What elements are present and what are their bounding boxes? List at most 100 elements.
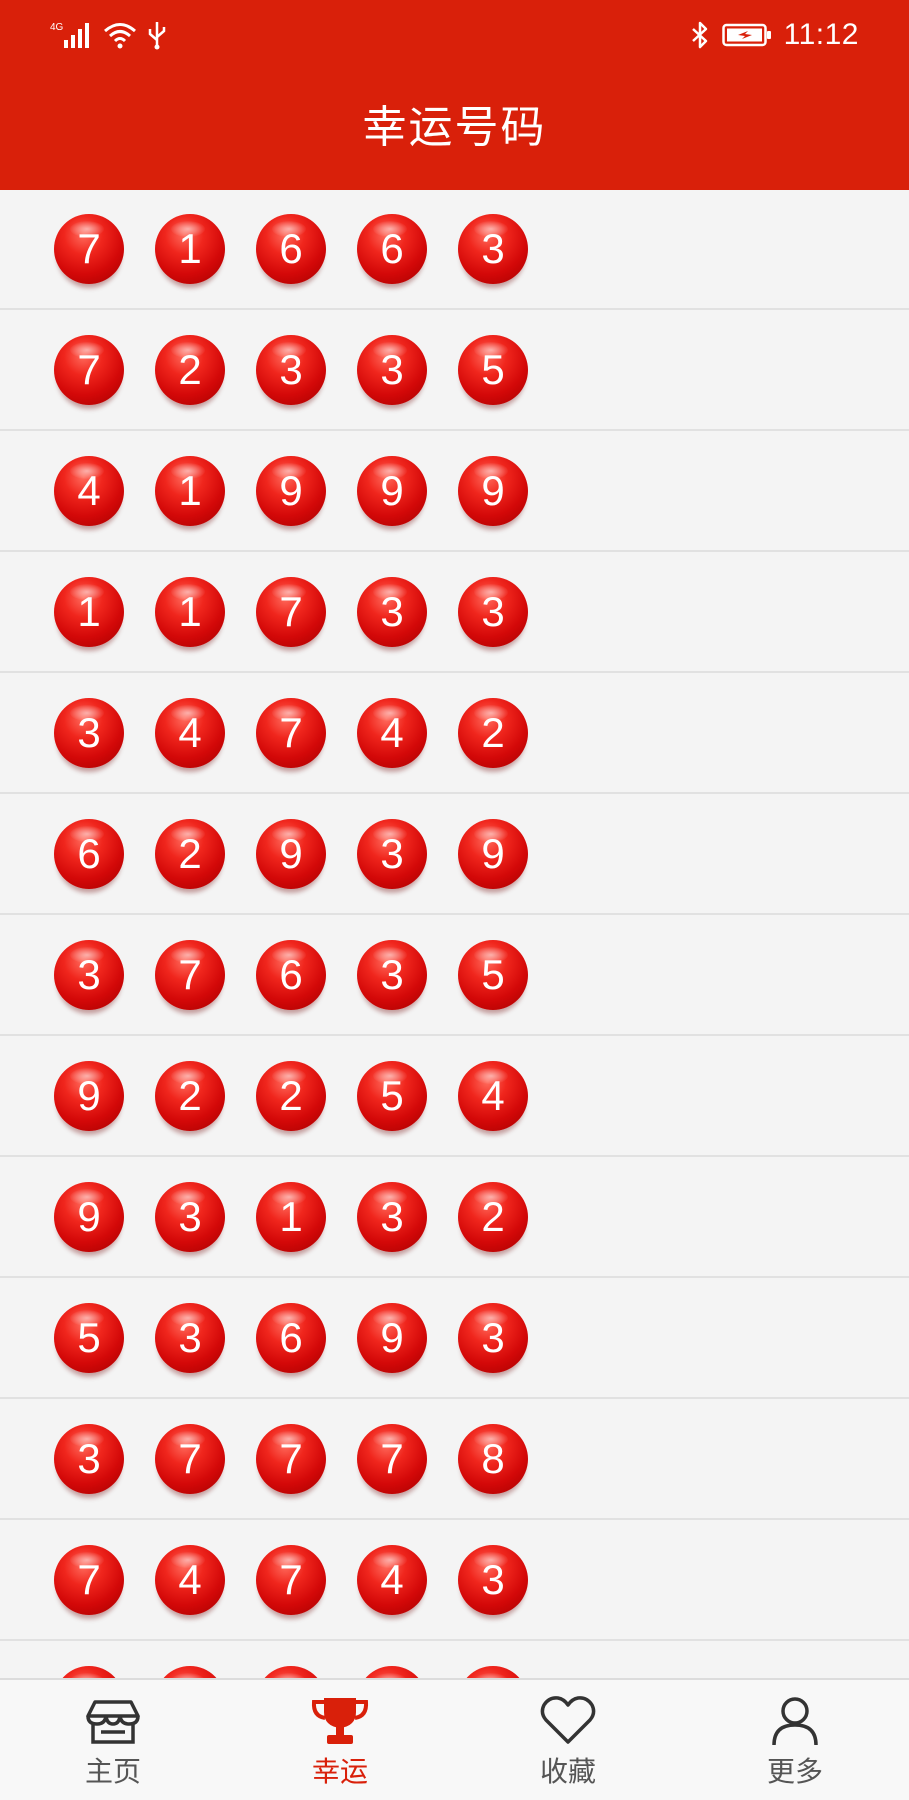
- number-row[interactable]: 3 4 7 4 2: [0, 674, 909, 794]
- number-ball: 3: [458, 1545, 528, 1615]
- number-ball-value: 3: [481, 1556, 505, 1603]
- number-ball-value: 2: [279, 1072, 303, 1119]
- number-ball-value: 1: [77, 588, 101, 635]
- nav-label-home: 主页: [84, 1755, 141, 1788]
- number-ball: 7: [256, 1424, 326, 1494]
- number-ball: 6: [256, 940, 326, 1010]
- number-ball-value: [357, 1666, 427, 1678]
- number-ball-value: 4: [178, 709, 202, 756]
- number-ball: 9: [54, 1182, 124, 1252]
- number-ball: 7: [54, 335, 124, 405]
- nav-item-lucky[interactable]: 幸运: [250, 1680, 430, 1800]
- number-ball-value: 3: [380, 1193, 404, 1240]
- number-row[interactable]: 9 2 2 5 4: [0, 1037, 909, 1157]
- number-ball-value: 9: [77, 1193, 101, 1240]
- number-ball-value: [155, 1666, 225, 1678]
- number-ball-value: 2: [481, 1193, 505, 1240]
- number-ball-value: 1: [178, 588, 202, 635]
- nav-item-home[interactable]: 主页: [23, 1680, 203, 1800]
- number-ball: 3: [458, 577, 528, 647]
- number-ball: 9: [54, 1061, 124, 1131]
- number-ball: 5: [54, 1303, 124, 1373]
- number-ball-value: 9: [279, 830, 303, 877]
- number-ball-value: 4: [380, 1556, 404, 1603]
- number-ball-value: 5: [481, 346, 505, 393]
- number-ball: 9: [256, 456, 326, 526]
- number-row[interactable]: 6 2 9 3 9: [0, 795, 909, 915]
- status-right-icons: 11:12: [690, 18, 859, 52]
- number-ball-value: 4: [178, 1556, 202, 1603]
- number-row[interactable]: 11733: [0, 553, 909, 673]
- number-ball-value: 7: [279, 588, 303, 635]
- number-ball: 4: [357, 1545, 427, 1615]
- number-ball: 2: [458, 698, 528, 768]
- number-ball-value: 6: [279, 951, 303, 998]
- number-ball: 7: [155, 1424, 225, 1494]
- number-ball: 3: [357, 577, 427, 647]
- number-row[interactable]: 7 2 3 3 5: [0, 311, 909, 431]
- number-ball-value: 2: [481, 709, 505, 756]
- number-ball: 5: [458, 335, 528, 405]
- number-ball: 9: [256, 819, 326, 889]
- number-ball: 3: [357, 335, 427, 405]
- nav-label-lucky: 幸运: [311, 1755, 368, 1788]
- number-ball-value: [458, 1666, 528, 1678]
- number-ball: 3: [458, 1303, 528, 1373]
- number-ball: 9: [357, 456, 427, 526]
- number-row[interactable]: 7 4 7 4 3: [0, 1521, 909, 1641]
- number-ball: [54, 1666, 124, 1678]
- number-ball-value: 7: [77, 225, 101, 272]
- number-ball: 3: [256, 335, 326, 405]
- nav-item-favorites[interactable]: 收藏: [478, 1680, 658, 1800]
- number-ball-value: 7: [77, 346, 101, 393]
- number-ball: 6: [357, 214, 427, 284]
- number-ball: 6: [54, 819, 124, 889]
- number-ball-value: 2: [178, 830, 202, 877]
- bottom-navigation: 主页 幸运 收藏 更多: [0, 1678, 909, 1800]
- nav-label-more: 更多: [766, 1755, 823, 1788]
- number-row[interactable]: [0, 1642, 909, 1678]
- bluetooth-icon: [691, 21, 707, 49]
- number-ball-value: 9: [481, 467, 505, 514]
- number-ball-value: 3: [481, 1314, 505, 1361]
- number-ball-value: 3: [279, 346, 303, 393]
- number-ball-value: 9: [380, 1314, 404, 1361]
- number-ball: 3: [357, 819, 427, 889]
- number-ball-value: 7: [178, 951, 202, 998]
- number-ball: 7: [155, 940, 225, 1010]
- number-ball: 4: [54, 456, 124, 526]
- number-ball: 4: [458, 1061, 528, 1131]
- number-ball: 3: [54, 698, 124, 768]
- number-ball-value: 6: [77, 830, 101, 877]
- number-ball-value: [54, 1666, 124, 1678]
- number-row[interactable]: 3 7 7 7 8: [0, 1400, 909, 1520]
- number-ball-value: 3: [481, 588, 505, 635]
- number-ball: 6: [256, 1303, 326, 1373]
- number-row[interactable]: 7 1 6 6 3: [0, 190, 909, 310]
- number-ball: 1: [155, 214, 225, 284]
- number-ball: 3: [54, 1424, 124, 1494]
- number-ball-value: 7: [279, 1435, 303, 1482]
- number-ball-value: 6: [279, 225, 303, 272]
- number-row[interactable]: 4 1 9 9 9: [0, 432, 909, 552]
- number-row[interactable]: 3 7 6 3 5: [0, 916, 909, 1036]
- wifi-icon: [104, 23, 136, 49]
- number-ball: 4: [155, 1545, 225, 1615]
- number-ball-value: 3: [77, 1435, 101, 1482]
- number-ball-value: 4: [77, 467, 101, 514]
- number-ball: 7: [256, 698, 326, 768]
- nav-item-more[interactable]: 更多: [705, 1680, 885, 1800]
- number-ball: 3: [54, 940, 124, 1010]
- number-row[interactable]: 5 3 6 9 3: [0, 1279, 909, 1399]
- number-ball: [155, 1666, 225, 1678]
- number-ball-value: 1: [178, 467, 202, 514]
- number-ball: [256, 1666, 326, 1678]
- number-ball: 4: [357, 698, 427, 768]
- number-row[interactable]: 9 3 1 3 2: [0, 1158, 909, 1278]
- number-ball: 2: [155, 335, 225, 405]
- lucky-number-list[interactable]: 7166372335419991173334742629393763592254…: [0, 190, 909, 1678]
- number-ball: 3: [155, 1182, 225, 1252]
- number-ball: 7: [256, 1545, 326, 1615]
- nav-label-favorites: 收藏: [539, 1755, 596, 1788]
- number-ball-value: 9: [77, 1072, 101, 1119]
